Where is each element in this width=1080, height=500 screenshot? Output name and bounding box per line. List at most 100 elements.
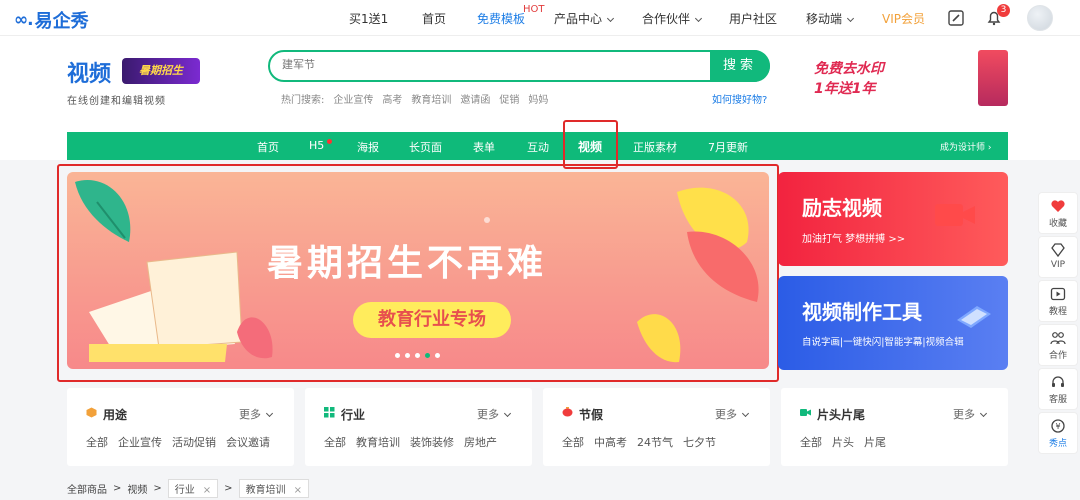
more-label: 更多 — [239, 408, 261, 421]
filter-title: 节假 — [579, 408, 604, 422]
rightbar-label: 客服 — [1048, 395, 1067, 405]
breadcrumb-level1[interactable]: 视频 — [127, 481, 147, 496]
card-subtitle: 加油打气 梦想拼搏 >> — [802, 234, 906, 245]
chevron-down-icon — [265, 409, 274, 418]
filter-tags: 全部 企业宣传 活动促销 会议邀请 — [86, 434, 270, 450]
lantern-icon — [562, 407, 573, 417]
filter-tag[interactable]: 装饰装修 — [410, 434, 454, 450]
filter-tag[interactable]: 全部 — [324, 434, 346, 450]
filter-tag[interactable]: 房地产 — [464, 434, 497, 450]
tab-licensed-assets[interactable]: 正版素材 — [633, 139, 677, 155]
hot-term[interactable]: 妈妈 — [528, 91, 548, 106]
filter-title: 用途 — [103, 408, 128, 422]
filter-chip[interactable]: 教育培训 × — [238, 479, 309, 498]
promo-banner[interactable]: 免费去水印 1年送1年 — [814, 59, 884, 99]
customer-service-button[interactable]: 客服 — [1038, 368, 1078, 410]
cooperation-button[interactable]: 合作 — [1038, 324, 1078, 366]
inspirational-video-card[interactable]: 励志视频 加油打气 梦想拼搏 >> — [778, 172, 1008, 266]
tab-long-page[interactable]: 长页面 — [409, 139, 442, 155]
hot-term[interactable]: 教育培训 — [411, 91, 451, 106]
heart-icon — [1051, 200, 1065, 212]
rightbar-label: 收藏 — [1048, 219, 1067, 229]
rightbar-label: VIP — [1050, 260, 1066, 270]
category-nav: 首页 H5 海报 长页面 表单 互动 视频 正版素材 7月更新 — [67, 132, 1008, 160]
headset-icon — [1052, 376, 1064, 387]
nav-mobile[interactable]: 移动端 — [806, 10, 855, 27]
hot-term[interactable]: 企业宣传 — [333, 91, 373, 106]
tab-poster[interactable]: 海报 — [357, 139, 379, 155]
filter-tag[interactable]: 24节气 — [637, 434, 673, 450]
filter-card-intro-outro: 片头片尾 更多 全部 片头 片尾 — [781, 388, 1008, 466]
nav-community[interactable]: 用户社区 — [729, 10, 777, 27]
filter-tag[interactable]: 企业宣传 — [118, 434, 162, 450]
card-title: 视频制作工具 — [802, 300, 922, 324]
tutorial-button[interactable]: 教程 — [1038, 280, 1078, 322]
logo-mark: ∞. — [14, 10, 34, 30]
breadcrumb-separator: > — [113, 483, 122, 494]
video-tool-card[interactable]: 视频制作工具 自说字画|一键快闪|智能字幕|视频合辑 — [778, 276, 1008, 370]
highlight-box — [563, 120, 618, 169]
nav-free-templates[interactable]: 免费模板 — [477, 10, 525, 27]
more-label: 更多 — [953, 408, 975, 421]
search-input[interactable] — [282, 58, 682, 71]
promo-illustration — [978, 50, 1008, 106]
tab-h5[interactable]: H5 — [309, 139, 324, 152]
hot-term[interactable]: 高考 — [382, 91, 402, 106]
diamond-icon — [1051, 243, 1065, 258]
favorite-button[interactable]: 收藏 — [1038, 192, 1078, 234]
filter-tag[interactable]: 会议邀请 — [226, 434, 270, 450]
filter-tag[interactable]: 中高考 — [594, 434, 627, 450]
nav-vip[interactable]: VIP会员 — [882, 10, 925, 27]
nav-buy-one-get-one[interactable]: 买1送1 — [349, 10, 388, 27]
logo-text: 易企秀 — [34, 11, 89, 32]
box-icon — [86, 407, 97, 418]
rightbar-label: 教程 — [1048, 307, 1067, 317]
more-dropdown[interactable]: 更多 — [477, 406, 512, 422]
tab-interactive[interactable]: 互动 — [527, 139, 549, 155]
filter-chip-label: 教育培训 — [245, 485, 286, 496]
filter-tag[interactable]: 全部 — [86, 434, 108, 450]
edit-icon[interactable] — [947, 9, 965, 27]
avatar[interactable] — [1027, 5, 1053, 31]
close-icon[interactable]: × — [294, 485, 302, 496]
hot-term[interactable]: 促销 — [499, 91, 519, 106]
nav-partners[interactable]: 合作伙伴 — [642, 10, 703, 27]
filter-card-usage: 用途 更多 全部 企业宣传 活动促销 会议邀请 — [67, 388, 294, 466]
chevron-down-icon — [694, 14, 703, 23]
filter-chip[interactable]: 行业 × — [167, 479, 219, 498]
filter-tag[interactable]: 片尾 — [864, 434, 886, 450]
filter-tag[interactable]: 片头 — [832, 434, 854, 450]
become-designer-link[interactable]: 成为设计师 › — [940, 140, 991, 153]
tab-home[interactable]: 首页 — [257, 139, 279, 155]
points-button[interactable]: ¥ 秀点 — [1038, 412, 1078, 454]
more-dropdown[interactable]: 更多 — [239, 406, 274, 422]
rightbar-label: 秀点 — [1048, 439, 1067, 449]
tab-form[interactable]: 表单 — [473, 139, 495, 155]
vip-button[interactable]: VIP — [1038, 236, 1078, 278]
filter-tag[interactable]: 教育培训 — [356, 434, 400, 450]
search-box: 搜索 — [268, 50, 770, 82]
nav-home[interactable]: 首页 — [422, 10, 446, 27]
filter-tag[interactable]: 七夕节 — [683, 434, 716, 450]
more-dropdown[interactable]: 更多 — [953, 406, 988, 422]
search-button[interactable]: 搜索 — [710, 50, 770, 82]
nav-partners-label: 合作伙伴 — [642, 12, 691, 26]
filter-tags: 全部 中高考 24节气 七夕节 — [562, 434, 716, 450]
card-title: 励志视频 — [802, 196, 882, 220]
highlight-box — [57, 164, 779, 382]
nav-mobile-label: 移动端 — [806, 12, 843, 26]
logo[interactable]: ∞. 易企秀 — [14, 7, 89, 33]
card-subtitle: 自说字画|一键快闪|智能字幕|视频合辑 — [802, 337, 964, 348]
filter-tag[interactable]: 活动促销 — [172, 434, 216, 450]
new-dot — [327, 139, 332, 144]
close-icon[interactable]: × — [203, 485, 211, 496]
nav-products[interactable]: 产品中心 — [554, 10, 615, 27]
filter-tag[interactable]: 全部 — [562, 434, 584, 450]
more-dropdown[interactable]: 更多 — [715, 406, 750, 422]
hot-term[interactable]: 邀请函 — [460, 91, 490, 106]
how-to-search-link[interactable]: 如何搜好物? — [712, 91, 767, 106]
play-icon — [1050, 287, 1066, 301]
filter-tag[interactable]: 全部 — [800, 434, 822, 450]
tab-july-update[interactable]: 7月更新 — [708, 139, 748, 155]
breadcrumb-root[interactable]: 全部商品 — [67, 481, 107, 496]
